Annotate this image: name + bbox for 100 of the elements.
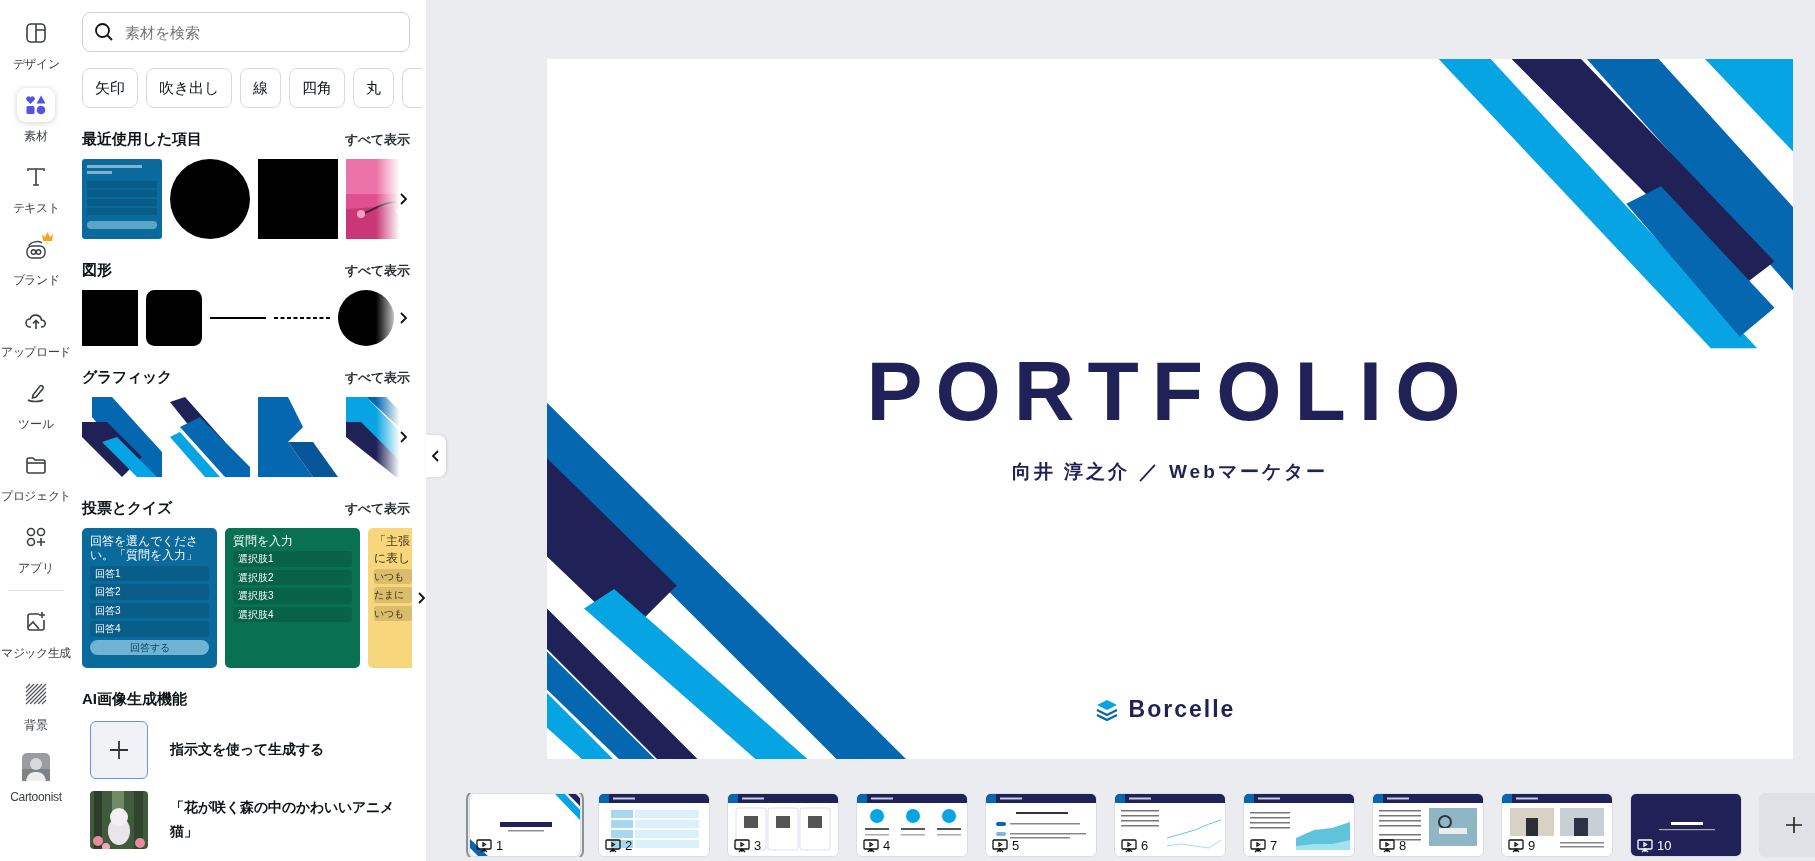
sidebar-tab[interactable]: アップロード	[0, 296, 72, 368]
quiz-question: 「主張	[374, 534, 411, 549]
sidebar-tab[interactable]: 素材	[0, 80, 72, 152]
plus-icon	[109, 740, 129, 760]
quiz-option: 選択肢3	[233, 588, 352, 604]
line-shape[interactable]	[210, 316, 266, 320]
diagonal-stripes-graphic[interactable]	[258, 397, 338, 477]
quiz-card[interactable]: 質問を入力 選択肢1 選択肢2 選択肢3 選択肢4	[225, 528, 360, 668]
add-button[interactable]	[90, 721, 148, 779]
search-icon	[94, 22, 114, 42]
slide-thumbnail[interactable]: 9	[1501, 793, 1613, 857]
quiz-option: 選択肢4	[233, 606, 352, 623]
slide-thumbnail[interactable]: 4	[856, 793, 968, 857]
see-all-link[interactable]: すべて表示	[345, 261, 410, 280]
sidebar-tab[interactable]: 背景	[0, 669, 72, 741]
slide-number: 9	[1528, 838, 1536, 853]
filter-chip[interactable]: 矢印	[82, 68, 138, 108]
shapes-icon	[25, 93, 47, 116]
diagonal-stripes-graphic[interactable]	[170, 397, 250, 477]
presentation-icon	[605, 838, 621, 853]
sidebar-tab[interactable]: アプリ	[0, 512, 72, 584]
quiz-option: いつも	[374, 605, 412, 622]
quiz-question: 回答を選んでください。「質問を入力」	[90, 534, 199, 563]
slide-thumbnail[interactable]: 7	[1243, 793, 1355, 857]
slide-thumbnail[interactable]: 2	[598, 793, 710, 857]
slide-number: 10	[1657, 838, 1672, 853]
slide-title: PORTFOLIO	[866, 349, 1474, 433]
presentation-icon	[476, 838, 492, 853]
quiz-option: 選択肢1	[233, 551, 352, 567]
plus-icon	[1785, 816, 1803, 834]
presentation-icon	[1508, 838, 1524, 853]
circle-shape[interactable]	[338, 290, 394, 346]
answer-button: 回答する	[90, 639, 209, 656]
brand-name: Borcelle	[1128, 696, 1236, 723]
apps-icon	[25, 525, 47, 548]
collapse-handle[interactable]	[426, 435, 446, 477]
layout-icon	[25, 21, 47, 44]
sidebar-tab[interactable]: マジック生成	[0, 597, 72, 669]
see-all-link[interactable]: すべて表示	[345, 368, 410, 387]
presentation-icon	[1250, 838, 1266, 853]
slide-number: 4	[883, 838, 891, 853]
slide-thumbnail[interactable]: 8	[1372, 793, 1484, 857]
presentation-icon	[1121, 838, 1137, 853]
slide-number: 1	[496, 838, 504, 853]
sidebar-tab[interactable]: テキスト	[0, 152, 72, 224]
section-title: AI画像生成機能	[82, 690, 187, 709]
slide-number: 3	[754, 838, 762, 853]
text-icon	[25, 165, 47, 188]
quiz-option: 回答4	[90, 621, 209, 637]
quiz-option: いつも	[374, 568, 412, 585]
quiz-option: 回答1	[90, 565, 209, 582]
slide-number: 7	[1270, 838, 1278, 853]
section-title: 投票とクイズ	[82, 499, 172, 518]
quiz-option: 回答2	[90, 584, 209, 600]
circle-shape[interactable]	[170, 159, 250, 239]
section-title: 図形	[82, 261, 112, 280]
quiz-option: 回答3	[90, 602, 209, 619]
rounded-square-shape[interactable]	[146, 290, 202, 346]
slide-thumbnail[interactable]: 1	[469, 793, 581, 857]
quiz-question: に表し	[374, 551, 411, 566]
diagonal-stripes-graphic[interactable]	[82, 397, 162, 477]
quiz-option: 選択肢2	[233, 569, 352, 586]
quiz-card-thumbnail[interactable]	[82, 159, 162, 239]
dashed-line-shape[interactable]	[274, 316, 330, 320]
slide-thumbnail[interactable]: 5	[985, 793, 1097, 857]
presentation-icon	[1379, 838, 1395, 853]
section-title: 最近使用した項目	[82, 130, 202, 149]
slide-thumbnail[interactable]: 6	[1114, 793, 1226, 857]
see-all-link[interactable]: すべて表示	[345, 499, 410, 518]
filter-chip[interactable]: 吹き出し	[146, 68, 232, 108]
slide-number: 6	[1141, 838, 1149, 853]
slide-number: 8	[1399, 838, 1407, 853]
filter-chip[interactable]: 線	[240, 68, 281, 108]
pattern-icon	[24, 681, 48, 706]
quiz-card[interactable]: 回答を選んでください。「質問を入力」 回答1 回答2 回答3 回答4 回答する	[82, 528, 217, 668]
magic-image-icon	[25, 610, 47, 633]
generate-option[interactable]: 「花が咲く森の中のかわいいアニメ猫」	[170, 796, 410, 844]
quiz-card[interactable]: 「主張 に表し いつも たまに いつも	[368, 528, 412, 668]
slide-number: 5	[1012, 838, 1020, 853]
slide-canvas[interactable]: PORTFOLIO 向井 淳之介 ／ Webマーケター Borcelle	[547, 59, 1793, 759]
slide-thumbnail[interactable]: 3	[727, 793, 839, 857]
sidebar-tab[interactable]: プロジェクト	[0, 440, 72, 512]
presentation-icon	[1637, 838, 1653, 853]
generate-option[interactable]: 指示文を使って生成する	[170, 738, 410, 762]
sidebar-tab[interactable]: ツール	[0, 368, 72, 440]
quiz-option: たまに	[374, 587, 412, 603]
layers-icon	[1094, 697, 1119, 722]
slide-thumbnail[interactable]: 10	[1630, 793, 1742, 857]
filter-chip[interactable]: 四角	[289, 68, 345, 108]
presentation-icon	[863, 838, 879, 853]
section-title: グラフィック	[82, 368, 172, 387]
quiz-question: 質問を入力	[233, 534, 294, 549]
search-field[interactable]: 素材を検索	[82, 12, 410, 52]
chevron-left-icon	[431, 450, 441, 462]
sidebar-tab[interactable]: ブランド	[0, 224, 72, 296]
see-all-link[interactable]: すべて表示	[345, 130, 410, 149]
sidebar-tab[interactable]: Cartoonist	[0, 741, 72, 813]
sidebar-tab[interactable]: デザイン	[0, 8, 72, 80]
filter-chip[interactable]: 丸	[353, 68, 394, 108]
slide-subtitle: 向井 淳之介 ／ Webマーケター	[1012, 460, 1328, 484]
